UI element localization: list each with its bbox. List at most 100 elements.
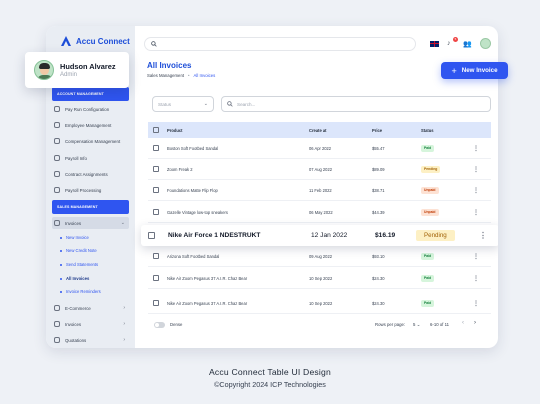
- page-title: All Invoices: [147, 61, 192, 70]
- global-search-input[interactable]: [144, 37, 416, 51]
- sidebar-item-payroll-processing[interactable]: Payroll Processing: [54, 184, 129, 196]
- status-badge: Pending: [416, 230, 455, 241]
- sidebar-item-pay-run[interactable]: Pay Run Configuration: [54, 103, 129, 115]
- sidebar-sub-new-credit-note[interactable]: New Credit Note: [60, 248, 97, 253]
- cell-price: $16.19: [375, 232, 396, 239]
- status-select[interactable]: Status ⌄: [152, 96, 214, 112]
- table-row[interactable]: Boston Soft Footbed Sandal 06 Apr 2022 $…: [148, 138, 491, 159]
- avatar[interactable]: [479, 38, 491, 49]
- profile-name: Hudson Alvarez: [60, 62, 116, 71]
- more-icon[interactable]: ⋮: [479, 231, 487, 240]
- contacts-icon[interactable]: 👥: [463, 40, 472, 48]
- sidebar-item-quotations[interactable]: Quotations ›: [54, 334, 129, 346]
- sidebar-item-payroll-info[interactable]: Payroll Info: [54, 152, 129, 164]
- status-placeholder: Status: [158, 101, 172, 107]
- search-placeholder: Search...: [237, 101, 256, 107]
- status-badge: Pending: [421, 166, 441, 173]
- table-row[interactable]: Zoom Freak 2 07 Aug 2022 $89.09 Pending …: [148, 159, 491, 180]
- sidebar-item-label: Invoices: [65, 220, 82, 226]
- cell-product: Arizona Soft Footbed Sandal: [167, 253, 220, 259]
- uk-flag-icon[interactable]: [430, 40, 439, 47]
- row-checkbox[interactable]: [153, 187, 159, 193]
- table-row[interactable]: Nike Air Zoom Pegasus 37 A.I.R. Chaz Bea…: [148, 293, 491, 314]
- bell-icon[interactable]: ♪ 5: [447, 37, 458, 48]
- chevron-down-icon: ⌄: [203, 101, 208, 107]
- more-icon[interactable]: ⋮: [473, 300, 479, 307]
- column-product[interactable]: Product: [167, 128, 182, 133]
- sidebar-item-label: Pay Run Configuration: [65, 106, 110, 112]
- row-checkbox[interactable]: [153, 209, 159, 215]
- breadcrumb: Sales Management • All Invoices: [147, 73, 215, 78]
- chevron-left-icon[interactable]: ‹: [462, 320, 464, 326]
- row-checkbox[interactable]: [153, 166, 159, 172]
- caption-copyright: ©Copyright 2024 ICP Technologies: [214, 380, 326, 389]
- row-checkbox[interactable]: [153, 253, 159, 259]
- table-row-highlighted[interactable]: Nike Air Force 1 NDESTRUKT 12 Jan 2022 $…: [141, 225, 498, 246]
- sidebar-item-compensation[interactable]: Compensation Management: [54, 135, 129, 147]
- money-icon: [54, 138, 60, 144]
- more-icon[interactable]: ⋮: [473, 166, 479, 173]
- chevron-down-icon: ⌄: [416, 322, 421, 327]
- cell-price: $24.30: [372, 300, 385, 306]
- table-row[interactable]: Arizona Soft Footbed Sandal 09 Aug 2022 …: [148, 246, 491, 267]
- row-checkbox[interactable]: [148, 232, 155, 239]
- sidebar-item-label: E-Commerce: [65, 305, 91, 311]
- more-icon[interactable]: ⋮: [473, 275, 479, 282]
- cell-price: $93.10: [372, 253, 385, 259]
- row-checkbox[interactable]: [153, 275, 159, 281]
- dense-toggle[interactable]: [154, 322, 165, 328]
- cell-date: 10 Sep 2022: [309, 300, 333, 306]
- more-icon[interactable]: ⋮: [473, 253, 479, 260]
- logo-icon: [61, 36, 71, 46]
- search-icon: [151, 41, 157, 47]
- rows-per-page-label: Rows per page:: [375, 322, 406, 327]
- cell-price: $55.47: [372, 145, 385, 151]
- table-row[interactable]: Foundations Matte Flip Flop 11 Feb 2022 …: [148, 180, 491, 201]
- table-header: Product Create at Price Status: [148, 122, 491, 138]
- column-create-at[interactable]: Create at: [309, 128, 327, 133]
- app-logo[interactable]: Accu Connect: [60, 35, 130, 47]
- more-icon[interactable]: ⋮: [473, 209, 479, 216]
- cell-price: $89.09: [372, 166, 385, 172]
- cell-date: 07 Aug 2022: [309, 166, 332, 172]
- sidebar-item-invoices[interactable]: Invoices ⌄: [52, 217, 129, 229]
- cell-product: Nike Air Zoom Pegasus 37 A.I.R. Chaz Bea…: [167, 300, 248, 306]
- sidebar-sub-new-invoice[interactable]: New Invoice: [60, 235, 89, 240]
- rows-per-page-value: 5: [413, 322, 416, 327]
- dense-label: Dense: [170, 322, 183, 327]
- sidebar-item-ecommerce[interactable]: E-Commerce ›: [54, 302, 129, 314]
- status-badge: Paid: [421, 300, 435, 307]
- profile-card[interactable]: Hudson Alvarez Admin: [25, 52, 129, 88]
- app-name: Accu Connect: [76, 36, 130, 46]
- sidebar-item-label: Payroll Processing: [65, 187, 102, 193]
- select-all-checkbox[interactable]: [153, 127, 159, 133]
- gear-icon: [54, 106, 60, 112]
- row-checkbox[interactable]: [153, 300, 159, 306]
- search-input[interactable]: Search...: [221, 96, 491, 112]
- breadcrumb-sales[interactable]: Sales Management: [147, 73, 184, 78]
- sidebar-item-employee[interactable]: Employee Management: [54, 119, 129, 131]
- new-invoice-button[interactable]: + New Invoice: [441, 62, 508, 79]
- chevron-right-icon[interactable]: ›: [474, 320, 476, 326]
- sidebar-item-contract[interactable]: Contract Assignments: [54, 168, 129, 180]
- rows-per-page-select[interactable]: 5 ⌄: [413, 322, 420, 328]
- search-icon: [227, 101, 233, 107]
- cell-product: Gazelle Vintage low-top sneakers: [167, 209, 228, 215]
- column-status[interactable]: Status: [421, 128, 434, 133]
- sidebar-item-label: Payroll Info: [65, 155, 87, 161]
- column-price[interactable]: Price: [372, 128, 382, 133]
- cell-date: 12 Jan 2022: [311, 232, 348, 239]
- row-checkbox[interactable]: [153, 145, 159, 151]
- caption-title: Accu Connect Table UI Design: [209, 367, 331, 377]
- sidebar-sub-send-statements[interactable]: Send Statements: [60, 262, 98, 267]
- account-management-header: ACCOUNT MANAGEMENT: [52, 87, 129, 101]
- table-row[interactable]: Nike Air Zoom Pegasus 37 A.I.R. Chaz Bea…: [148, 268, 491, 289]
- table-row[interactable]: Gazelle Vintage low-top sneakers 06 May …: [148, 202, 491, 223]
- sidebar-sub-all-invoices[interactable]: All Invoices: [60, 276, 89, 281]
- cell-product: Foundations Matte Flip Flop: [167, 187, 218, 193]
- user-icon: [54, 122, 60, 128]
- more-icon[interactable]: ⋮: [473, 187, 479, 194]
- sidebar-item-invoices-2[interactable]: Invoices ›: [54, 318, 129, 330]
- more-icon[interactable]: ⋮: [473, 145, 479, 152]
- sidebar-sub-invoice-reminders[interactable]: Invoice Reminders: [60, 289, 101, 294]
